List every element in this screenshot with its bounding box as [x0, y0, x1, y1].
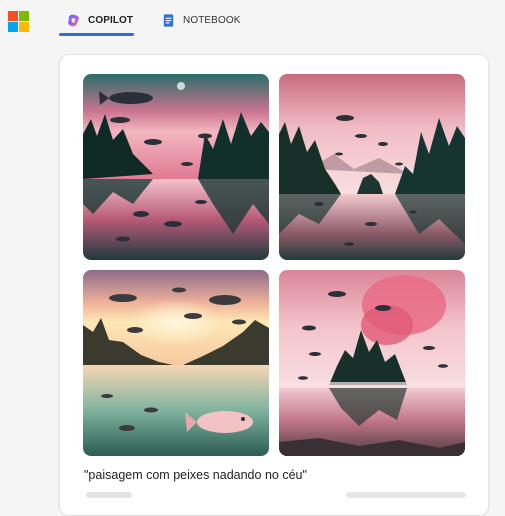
notebook-icon [163, 13, 174, 27]
copilot-icon [68, 14, 79, 26]
tab-notebook-label: NOTEBOOK [183, 14, 241, 26]
generated-image-3[interactable] [83, 270, 269, 456]
generated-image-4[interactable] [279, 270, 465, 456]
tab-copilot[interactable]: COPILOT [66, 9, 133, 31]
active-tab-indicator [59, 33, 134, 36]
generated-image-1[interactable] [83, 74, 269, 260]
tab-copilot-label: COPILOT [88, 14, 134, 26]
top-bar: COPILOT NOTEBOOK [0, 0, 505, 40]
faded-footer-row [86, 492, 466, 498]
image-prompt-text: "paisagem com peixes nadando no céu" [84, 468, 307, 482]
tab-notebook[interactable]: NOTEBOOK [161, 9, 240, 31]
generated-image-2[interactable] [279, 74, 465, 260]
microsoft-logo-icon[interactable] [8, 11, 29, 32]
